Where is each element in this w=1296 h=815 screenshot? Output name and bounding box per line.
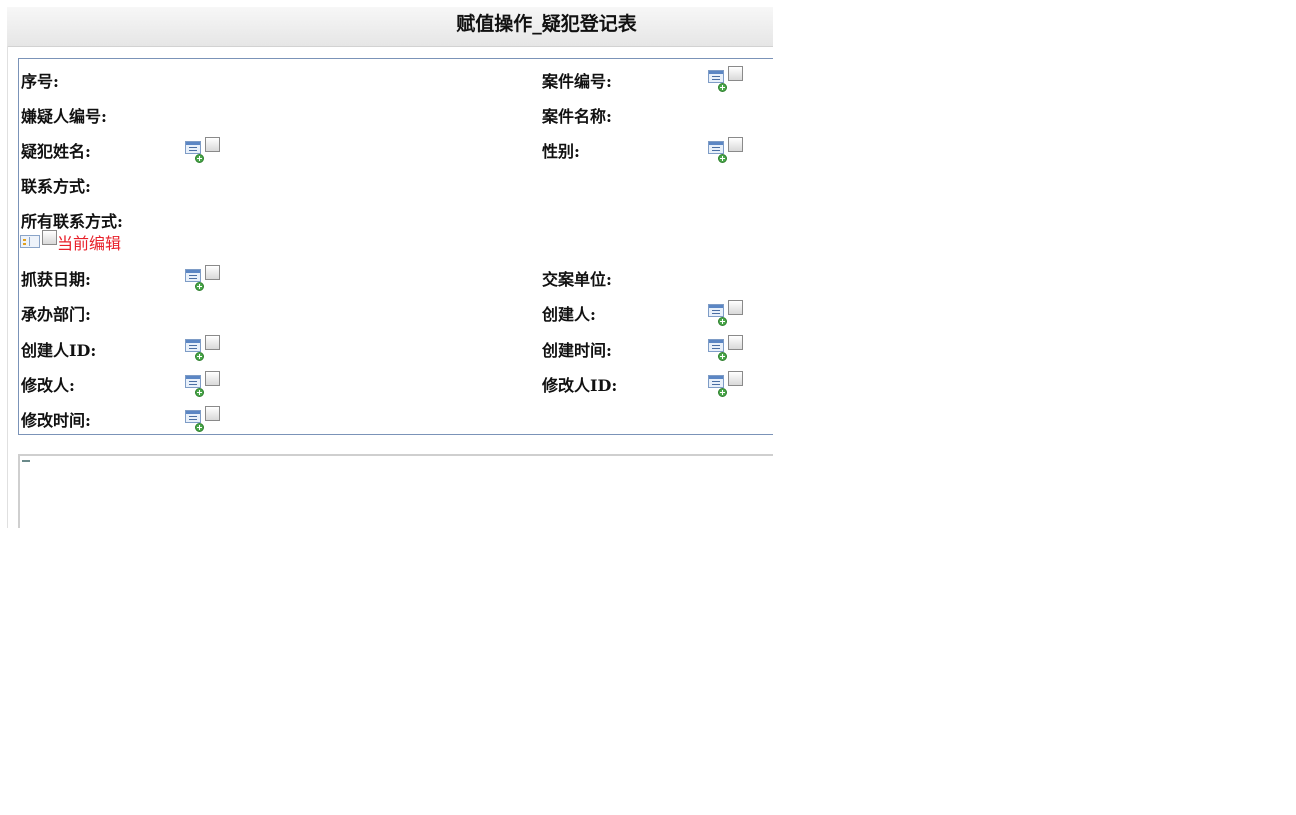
label-serial-no: 序号:	[21, 72, 59, 91]
label-modifier-id: 修改人ID:	[542, 376, 618, 395]
window-title: 赋值操作_疑犯登记表	[456, 13, 637, 35]
label-creator: 创建人:	[542, 305, 596, 324]
case-no-control	[708, 66, 746, 92]
gender-control	[708, 137, 746, 163]
list-add-icon[interactable]	[185, 339, 204, 361]
modifier-id-control	[708, 371, 746, 397]
all-contacts-checkbox[interactable]	[42, 230, 57, 245]
creator-checkbox[interactable]	[728, 300, 743, 315]
list-add-icon[interactable]	[708, 304, 727, 326]
label-creator-id: 创建人ID:	[21, 341, 97, 360]
label-handling-dept: 承办部门:	[21, 305, 91, 324]
list-add-icon[interactable]	[185, 375, 204, 397]
create-time-control	[708, 335, 746, 361]
app-frame: 赋值操作_疑犯登记表 序号: 案件编号: 嫌疑人编号: 案件名称: 疑犯姓名: …	[0, 0, 773, 528]
current-edit-link[interactable]: 当前编辑	[57, 230, 121, 254]
arrest-date-control	[185, 265, 223, 291]
label-all-contacts: 所有联系方式:	[21, 212, 123, 231]
case-no-checkbox[interactable]	[728, 66, 743, 81]
label-case-name: 案件名称:	[542, 107, 612, 126]
detail-panel	[18, 454, 773, 528]
suspect-register-form: 序号: 案件编号: 嫌疑人编号: 案件名称: 疑犯姓名: 性别: 联系方式: 所…	[18, 58, 773, 435]
label-arrest-date: 抓获日期:	[21, 270, 91, 289]
modifier-control	[185, 371, 223, 397]
label-modify-time: 修改时间:	[21, 411, 91, 430]
label-case-no: 案件编号:	[542, 72, 612, 91]
left-edge-line	[7, 46, 8, 528]
modify-time-control	[185, 406, 223, 432]
suspect-name-checkbox[interactable]	[205, 137, 220, 152]
panel-marker	[22, 460, 30, 462]
list-add-icon[interactable]	[185, 410, 204, 432]
all-contacts-control	[20, 230, 60, 252]
grid-icon[interactable]	[20, 235, 40, 248]
label-contact: 联系方式:	[21, 177, 91, 196]
create-time-checkbox[interactable]	[728, 335, 743, 350]
list-add-icon[interactable]	[708, 339, 727, 361]
list-add-icon[interactable]	[708, 70, 727, 92]
arrest-date-checkbox[interactable]	[205, 265, 220, 280]
label-suspect-no: 嫌疑人编号:	[21, 107, 107, 126]
list-add-icon[interactable]	[185, 141, 204, 163]
label-gender: 性别:	[542, 142, 580, 161]
suspect-name-control	[185, 137, 223, 163]
modifier-checkbox[interactable]	[205, 371, 220, 386]
modify-time-checkbox[interactable]	[205, 406, 220, 421]
creator-id-control	[185, 335, 223, 361]
gender-checkbox[interactable]	[728, 137, 743, 152]
label-suspect-name: 疑犯姓名:	[21, 142, 91, 161]
list-add-icon[interactable]	[185, 269, 204, 291]
creator-control	[708, 300, 746, 326]
label-create-time: 创建时间:	[542, 341, 612, 360]
label-modifier: 修改人:	[21, 376, 75, 395]
modifier-id-checkbox[interactable]	[728, 371, 743, 386]
label-handover-unit: 交案单位:	[542, 270, 612, 289]
list-add-icon[interactable]	[708, 375, 727, 397]
creator-id-checkbox[interactable]	[205, 335, 220, 350]
list-add-icon[interactable]	[708, 141, 727, 163]
title-bar: 赋值操作_疑犯登记表	[7, 7, 773, 47]
